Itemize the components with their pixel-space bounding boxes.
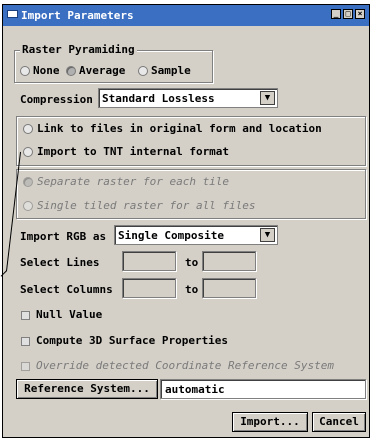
import-rgb-value: Single Composite xyxy=(118,229,224,242)
reference-system-field[interactable]: automatic xyxy=(160,379,366,399)
single-tiled-label[interactable]: Single tiled raster for all files xyxy=(37,199,256,212)
columns-to-input[interactable] xyxy=(202,278,256,298)
close-icon[interactable]: × xyxy=(355,9,365,19)
average-radio[interactable] xyxy=(66,66,76,76)
chevron-down-icon[interactable]: ▼ xyxy=(260,91,275,105)
raster-pyramiding-legend: Raster Pyramiding xyxy=(20,43,137,56)
separate-raster-radio[interactable] xyxy=(23,177,33,187)
null-value-checkbox[interactable] xyxy=(21,311,30,320)
import-button[interactable]: Import... xyxy=(232,412,308,432)
none-radio[interactable] xyxy=(20,66,30,76)
compression-value: Standard Lossless xyxy=(102,92,215,105)
sample-radio-label[interactable]: Sample xyxy=(151,64,191,77)
columns-to-label: to xyxy=(185,283,199,296)
average-radio-label[interactable]: Average xyxy=(79,64,125,77)
minimize-icon[interactable]: _ xyxy=(331,9,341,19)
maximize-icon[interactable]: □ xyxy=(343,9,353,19)
null-value-label[interactable]: Null Value xyxy=(36,308,102,321)
sample-radio[interactable] xyxy=(138,66,148,76)
override-crs-checkbox[interactable] xyxy=(21,362,30,371)
override-crs-label[interactable]: Override detected Coordinate Reference S… xyxy=(36,359,334,372)
columns-from-input[interactable] xyxy=(122,278,176,298)
chevron-down-icon[interactable]: ▼ xyxy=(260,228,275,242)
compression-select[interactable]: Standard Lossless ▼ xyxy=(98,88,278,108)
import-parameters-window: Import Parameters _ □ × Raster Pyramidin… xyxy=(2,4,370,438)
none-radio-label[interactable]: None xyxy=(33,64,60,77)
link-files-label[interactable]: Link to files in original form and locat… xyxy=(37,122,322,135)
import-tnt-radio[interactable] xyxy=(23,147,33,157)
select-lines-label: Select Lines xyxy=(20,256,100,269)
title-bar[interactable]: Import Parameters _ □ × xyxy=(3,5,369,26)
compute-3d-checkbox[interactable] xyxy=(21,337,30,346)
lines-to-label: to xyxy=(185,256,199,269)
window-title: Import Parameters xyxy=(21,9,134,22)
cancel-button[interactable]: Cancel xyxy=(312,412,366,432)
lines-to-input[interactable] xyxy=(202,251,256,271)
single-tiled-radio[interactable] xyxy=(23,201,33,211)
select-columns-label: Select Columns xyxy=(20,283,113,296)
separate-raster-label[interactable]: Separate raster for each tile xyxy=(37,175,229,188)
import-rgb-label: Import RGB as xyxy=(20,230,107,243)
window-menu-icon[interactable] xyxy=(7,10,18,18)
import-rgb-select[interactable]: Single Composite ▼ xyxy=(114,225,278,245)
link-files-radio[interactable] xyxy=(23,124,33,134)
import-tnt-label[interactable]: Import to TNT internal format xyxy=(37,145,229,158)
lines-from-input[interactable] xyxy=(122,251,176,271)
compute-3d-label[interactable]: Compute 3D Surface Properties xyxy=(36,334,228,347)
reference-system-button[interactable]: Reference System... xyxy=(16,379,158,399)
compression-label: Compression xyxy=(20,93,93,106)
